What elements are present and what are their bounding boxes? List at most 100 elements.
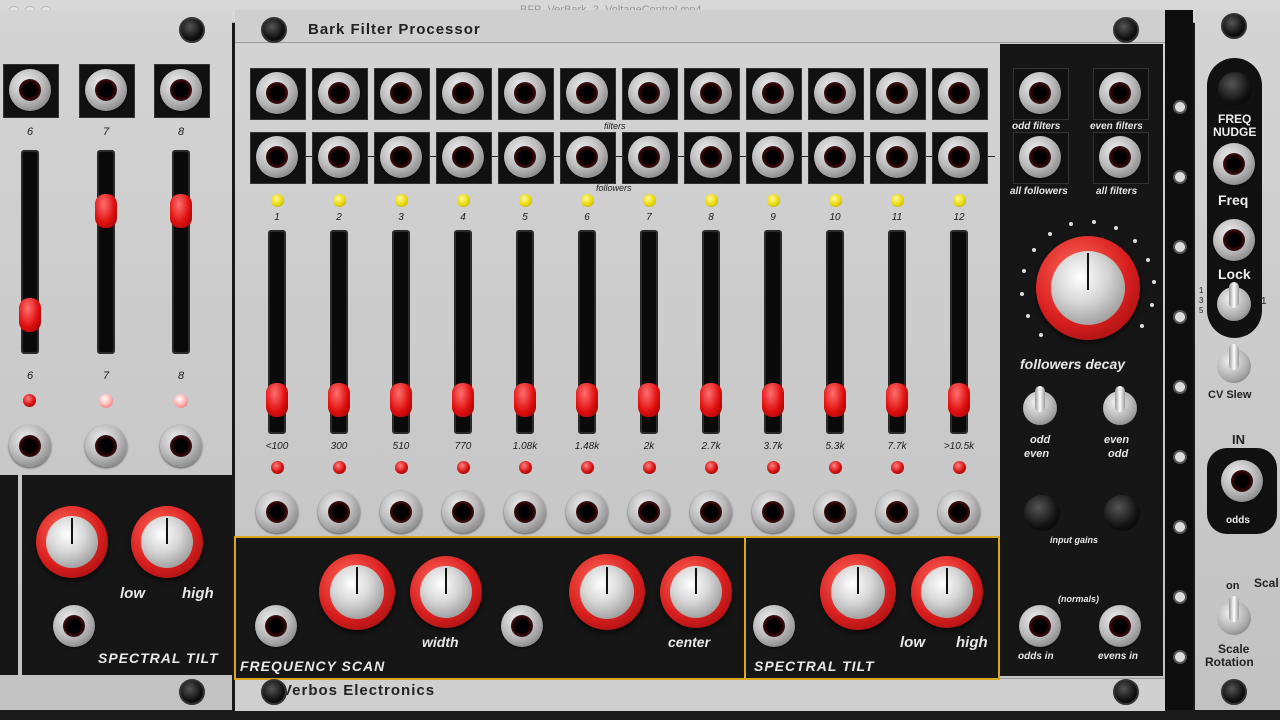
fader-7[interactable] [638, 383, 660, 417]
channel-jack-10-socket-icon [824, 501, 846, 523]
rail-hole-icon [1173, 170, 1187, 184]
channel-led-4 [457, 194, 470, 207]
frequency-label-3: 510 [392, 441, 410, 452]
left-low-label: low [120, 585, 145, 602]
odd-even-label-a: odd [1030, 434, 1051, 446]
follower-out-jack-8-socket-icon [700, 146, 722, 168]
filter-out-jack-4-socket-icon [452, 82, 474, 104]
evens-in-label: evens in [1098, 651, 1139, 662]
rail-hole-icon [1173, 590, 1187, 604]
channel-jack-8-socket-icon [700, 501, 722, 523]
output-led-2 [333, 461, 346, 474]
left-tilt-cv-jack-socket-icon [63, 615, 85, 637]
frequency-label-10: 5.3k [825, 441, 845, 452]
left-fader-1[interactable] [95, 194, 117, 228]
left-top-number-0: 6 [26, 126, 34, 138]
rail-hole-icon [1173, 650, 1187, 664]
odds-in-jack-socket-icon [1029, 615, 1051, 637]
rail-hole-icon [1173, 520, 1187, 534]
channel-led-5 [519, 194, 532, 207]
fader-12[interactable] [948, 383, 970, 417]
filter-out-jack-3-socket-icon [390, 82, 412, 104]
channel-number-10: 10 [829, 212, 841, 223]
odds-label: odds [1226, 515, 1250, 526]
lock-scale-1: 1 [1199, 286, 1204, 295]
channel-number-4: 4 [460, 212, 466, 223]
filter-out-jack-8-socket-icon [700, 82, 722, 104]
left-tilt-high-knob-pointer-icon [166, 518, 168, 544]
left-mid-number-1: 7 [102, 370, 110, 382]
all-filters-label: all filters [1096, 186, 1138, 197]
brand-label: Verbos Electronics [282, 682, 436, 699]
odd-even-toggle-lever-icon [1035, 386, 1045, 412]
fader-5[interactable] [514, 383, 536, 417]
spectral-tilt-high-knob-pointer-icon [946, 568, 948, 594]
channel-jack-3-socket-icon [390, 501, 412, 523]
rail-hole-icon [1173, 240, 1187, 254]
left-fader-2[interactable] [170, 194, 192, 228]
even-filters-jack-socket-icon [1109, 82, 1131, 104]
width-label: width [422, 634, 459, 650]
filter-out-jack-10-socket-icon [824, 82, 846, 104]
fader-11[interactable] [886, 383, 908, 417]
left-led-1 [99, 394, 113, 408]
output-led-12 [953, 461, 966, 474]
fader-3[interactable] [390, 383, 412, 417]
scale-rotation-toggle-lever-icon [1229, 596, 1239, 622]
spectral-tilt-low-knob-pointer-icon [857, 566, 859, 594]
decay-scale-dot-icon [1151, 280, 1156, 285]
left-channel-jack-0-socket-icon [19, 435, 41, 457]
fader-8[interactable] [700, 383, 722, 417]
followers-decay-knob-pointer-icon [1087, 252, 1089, 290]
fader-9[interactable] [762, 383, 784, 417]
mounting-screw-icon [261, 17, 287, 43]
scale-rotation-label-1: Scale [1218, 642, 1250, 656]
channel-number-5: 5 [522, 212, 528, 223]
filter-out-jack-2-socket-icon [328, 82, 350, 104]
decay-scale-dot-icon [1145, 258, 1150, 263]
frequency-label-7: 2k [643, 441, 655, 452]
fader-10[interactable] [824, 383, 846, 417]
channel-number-8: 8 [708, 212, 714, 223]
channel-jack-4-socket-icon [452, 501, 474, 523]
channel-led-11 [891, 194, 904, 207]
freq-label: Freq [1218, 192, 1249, 208]
output-led-1 [271, 461, 284, 474]
fader-6[interactable] [576, 383, 598, 417]
output-led-3 [395, 461, 408, 474]
decay-scale-dot-icon [1091, 220, 1096, 225]
channel-jack-2-socket-icon [328, 501, 350, 523]
frequency-label-8: 2.7k [701, 441, 721, 452]
rail-hole-icon [1173, 450, 1187, 464]
freq-nudge-knob[interactable] [1218, 72, 1252, 106]
frequency-label-12: >10.5k [943, 441, 975, 452]
channel-number-9: 9 [770, 212, 776, 223]
fader-4[interactable] [452, 383, 474, 417]
even-input-gain-knob[interactable] [1104, 495, 1140, 531]
freq-nudge-label-2: NUDGE [1213, 125, 1257, 139]
left-fader-0[interactable] [19, 298, 41, 333]
freq-jack-socket-icon [1223, 153, 1245, 175]
follower-out-jack-11-socket-icon [886, 146, 908, 168]
fader-1[interactable] [266, 383, 288, 417]
frequency-label-9: 3.7k [763, 441, 783, 452]
channel-led-2 [333, 194, 346, 207]
center-label: center [668, 634, 711, 650]
mounting-screw-icon [179, 17, 205, 43]
fader-2[interactable] [328, 383, 350, 417]
frequency-label-6: 1.48k [574, 441, 600, 452]
left-fader-slot-1 [97, 150, 115, 354]
odd-input-gain-knob[interactable] [1024, 495, 1060, 531]
left-top-jack-socket-icon [19, 79, 41, 101]
filter-out-jack-9-socket-icon [762, 82, 784, 104]
odd-filters-jack-socket-icon [1029, 82, 1051, 104]
even-odd-toggle-lever-icon [1115, 386, 1125, 412]
normals-label: (normals) [1058, 594, 1100, 604]
lock-label: Lock [1218, 266, 1251, 282]
channel-led-9 [767, 194, 780, 207]
all-followers-label: all followers [1010, 186, 1068, 197]
mounting-screw-icon [179, 679, 205, 705]
channel-jack-1-socket-icon [266, 501, 288, 523]
width-knob-pointer-icon [445, 568, 447, 594]
channel-led-12 [953, 194, 966, 207]
